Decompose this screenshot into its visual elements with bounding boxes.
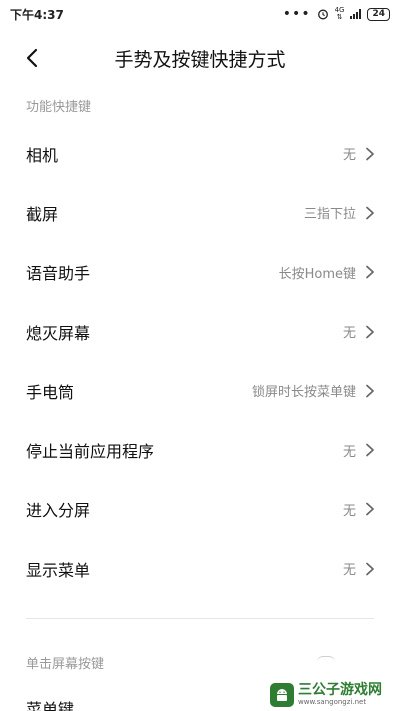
list-item-value: 长按Home键 [278, 266, 356, 282]
alarm-icon [317, 9, 328, 20]
chevron-right-icon [366, 265, 374, 279]
list-item-split-screen[interactable]: 进入分屏 无 [0, 480, 400, 539]
list-item-voice-assistant[interactable]: 语音助手 长按Home键 [0, 243, 400, 302]
status-time: 下午4:37 [10, 7, 64, 22]
list-item-screen-off[interactable]: 熄灭屏幕 无 [0, 302, 400, 361]
list-item-value: 三指下拉 [303, 207, 356, 223]
back-button[interactable] [18, 44, 46, 72]
battery-level: 24 [372, 8, 385, 19]
list-item-value: 锁屏时长按菜单键 [251, 385, 356, 401]
chevron-right-icon [366, 206, 374, 220]
network-arrows-icon: ⇅ [336, 13, 343, 21]
function-shortcuts-list: 相机 无 截屏 三指下拉 语音助手 长按Home键 熄灭屏幕 无 手电筒 锁屏时… [0, 124, 400, 598]
section-label-single-tap-buttons: 单击屏幕按键 [26, 657, 105, 672]
watermark-name: 三公子游戏网 [298, 682, 382, 698]
list-item-label: 熄灭屏幕 [26, 323, 91, 343]
list-item-label: 语音助手 [26, 264, 91, 284]
list-item-screenshot[interactable]: 截屏 三指下拉 [0, 183, 400, 242]
section-divider [26, 618, 374, 619]
page-title: 手势及按键快捷方式 [114, 48, 286, 71]
chevron-right-icon [366, 384, 374, 398]
battery-icon: 24 [367, 7, 390, 21]
list-item-label: 手电筒 [26, 382, 75, 402]
section-label-function-shortcuts: 功能快捷键 [26, 100, 92, 115]
chevron-right-icon [366, 443, 374, 457]
watermark-url: www.sangongzi.net [298, 698, 367, 706]
status-icons: ••• 4G ⇅ 24 [283, 6, 390, 22]
list-item-value: 无 [342, 444, 356, 460]
list-item-label: 显示菜单 [26, 560, 91, 580]
list-item-label: 相机 [26, 145, 59, 165]
list-item-value: 无 [342, 503, 356, 519]
list-item-value: 无 [342, 563, 356, 579]
android-logo-icon [270, 682, 294, 707]
chevron-right-icon [366, 147, 374, 160]
status-bar: 下午4:37 ••• 4G ⇅ 24 [0, 0, 400, 28]
chevron-right-icon [366, 503, 374, 516]
list-item-show-menu[interactable]: 显示菜单 无 [0, 539, 400, 598]
page-header: 手势及按键快捷方式 [0, 36, 400, 80]
list-item-value: 无 [342, 326, 356, 342]
list-item-flashlight[interactable]: 手电筒 锁屏时长按菜单键 [0, 361, 400, 420]
watermark: 三公子游戏网 www.sangongzi.net [266, 678, 400, 711]
list-item-stop-current-app[interactable]: 停止当前应用程序 无 [0, 420, 400, 479]
list-item-label: 截屏 [26, 204, 59, 224]
toggle-switch[interactable] [317, 656, 335, 662]
list-item-menu-key[interactable]: 菜单键 [26, 696, 74, 711]
chevron-right-icon [366, 325, 374, 338]
network-indicator: 4G ⇅ [335, 7, 345, 21]
list-item-camera[interactable]: 相机 无 [0, 124, 400, 183]
signal-icon [350, 9, 362, 19]
list-item-value: 无 [342, 148, 356, 164]
chevron-left-icon [26, 48, 38, 68]
chevron-right-icon [366, 562, 374, 576]
list-item-label: 停止当前应用程序 [26, 442, 155, 462]
list-item-label: 进入分屏 [26, 501, 91, 521]
more-dots-icon: ••• [282, 6, 311, 22]
